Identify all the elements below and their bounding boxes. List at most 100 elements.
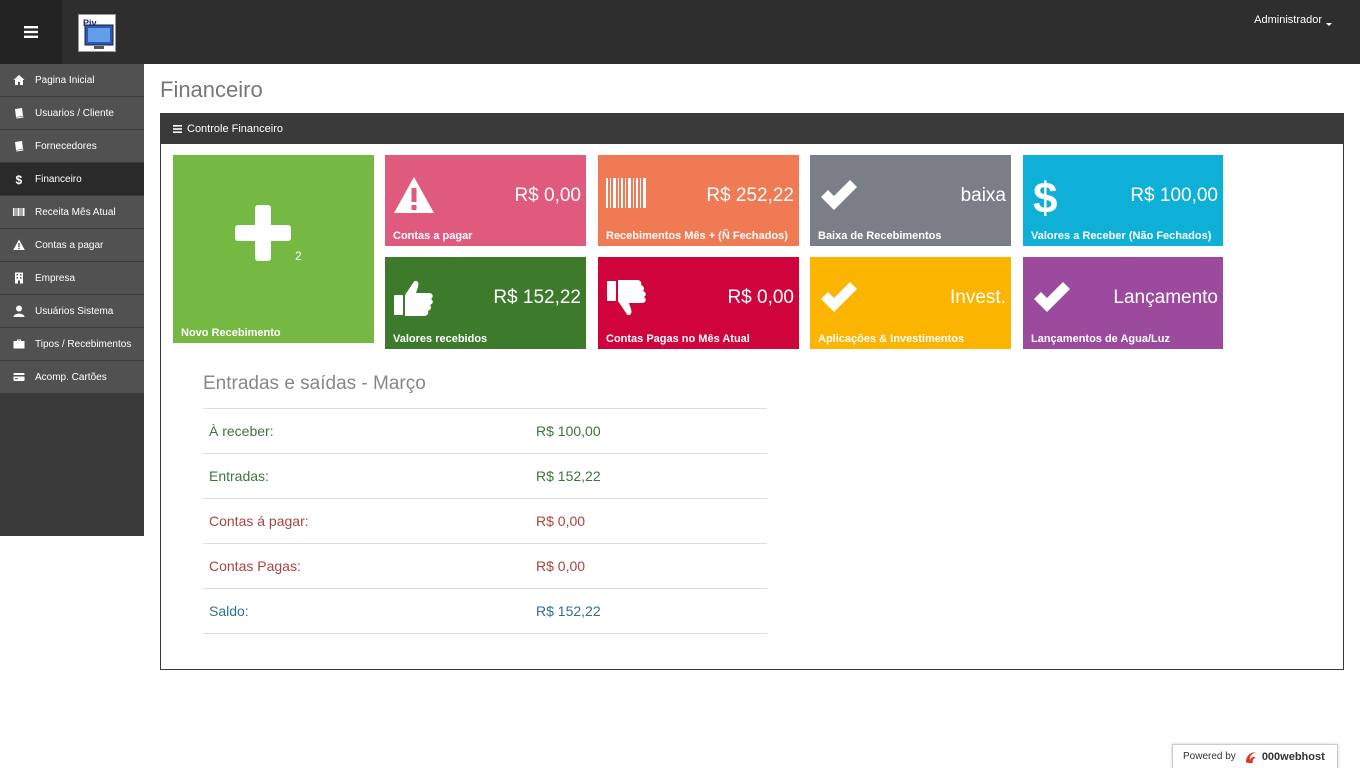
briefcase-icon bbox=[12, 337, 26, 351]
credit-card-icon bbox=[12, 370, 26, 384]
tile-label: Contas Pagas no Mês Atual bbox=[606, 333, 750, 345]
user-menu-label: Administrador bbox=[1254, 14, 1322, 26]
warning-icon bbox=[12, 238, 26, 252]
check-icon bbox=[818, 277, 860, 319]
hamburger-icon bbox=[24, 26, 38, 38]
panel-header: Controle Financeiro bbox=[161, 114, 1343, 144]
table-row: Entradas: R$ 152,22 bbox=[203, 454, 767, 499]
sidebar-item-label: Receita Mês Atual bbox=[35, 206, 116, 218]
tile-contas-a-pagar[interactable]: R$ 0,00 Contas a pagar bbox=[385, 155, 586, 246]
summary-title: Entradas e saídas - Março bbox=[203, 373, 426, 394]
sidebar-item-label: Tipos / Recebimentos bbox=[35, 338, 132, 350]
table-row: Contas Pagas: R$ 0,00 bbox=[203, 544, 767, 589]
summary-label: À receber: bbox=[209, 423, 274, 439]
caret-down-icon bbox=[1326, 23, 1332, 26]
sidebar-item-label: Pagina Inicial bbox=[35, 74, 95, 86]
sidebar-item-label: Usuarios / Cliente bbox=[35, 107, 114, 119]
summary-value: R$ 100,00 bbox=[536, 423, 601, 439]
warning-icon bbox=[393, 175, 435, 217]
tile-value: baixa bbox=[960, 185, 1006, 206]
sidebar-item-receita-mes-atual[interactable]: Receita Mês Atual bbox=[0, 196, 144, 229]
tile-label: Valores a Receber (Não Fechados) bbox=[1031, 230, 1212, 242]
tile-value: Lançamento bbox=[1113, 287, 1218, 308]
summary-label: Entradas: bbox=[209, 468, 269, 484]
summary-table: À receber: R$ 100,00 Entradas: R$ 152,22… bbox=[203, 408, 767, 634]
tile-label: Lançamentos de Agua/Luz bbox=[1031, 333, 1170, 345]
menu-toggle-button[interactable] bbox=[0, 0, 62, 64]
tile-label: Contas a pagar bbox=[393, 230, 473, 242]
app-logo[interactable]: Piv bbox=[78, 14, 116, 52]
sidebar-item-label: Usuários Sistema bbox=[35, 305, 114, 317]
list-icon bbox=[173, 125, 182, 133]
tile-label: Baixa de Recebimentos bbox=[818, 230, 942, 242]
book-icon bbox=[12, 139, 26, 153]
sidebar-item-label: Financeiro bbox=[35, 173, 82, 185]
sidebar: Pagina Inicial Usuarios / Cliente Fornec… bbox=[0, 64, 144, 536]
summary-value: R$ 152,22 bbox=[536, 603, 601, 619]
tile-label: Novo Recebimento bbox=[181, 327, 281, 339]
svg-text:$: $ bbox=[1033, 175, 1057, 217]
book-icon bbox=[12, 106, 26, 120]
top-bar: Piv Administrador bbox=[0, 0, 1360, 64]
powered-by-text: Powered by bbox=[1183, 751, 1236, 762]
tile-contas-pagas[interactable]: R$ 0,00 Contas Pagas no Mês Atual bbox=[598, 257, 799, 349]
building-icon bbox=[12, 271, 26, 285]
sidebar-item-tipos-recebimentos[interactable]: Tipos / Recebimentos bbox=[0, 328, 144, 361]
check-icon bbox=[1031, 277, 1073, 319]
table-row: À receber: R$ 100,00 bbox=[203, 409, 767, 454]
table-row: Saldo: R$ 152,22 bbox=[203, 589, 767, 634]
summary-label: Contas á pagar: bbox=[209, 513, 309, 529]
tile-label: Recebimentos Mês + (Ñ Fechados) bbox=[606, 230, 788, 242]
logo-text: Piv bbox=[83, 18, 97, 28]
sidebar-item-usuarios-sistema[interactable]: Usuários Sistema bbox=[0, 295, 144, 328]
svg-text:$: $ bbox=[16, 173, 23, 185]
tile-valores-recebidos[interactable]: R$ 152,22 Valores recebidos bbox=[385, 257, 586, 349]
summary-value: R$ 0,00 bbox=[536, 558, 586, 574]
summary-label: Contas Pagas: bbox=[209, 558, 301, 574]
webhost-logo-icon bbox=[1245, 751, 1256, 763]
sidebar-item-label: Contas a pagar bbox=[35, 239, 104, 251]
tile-valores-a-receber[interactable]: $ R$ 100,00 Valores a Receber (Não Fecha… bbox=[1023, 155, 1223, 246]
tile-value: R$ 0,00 bbox=[727, 287, 794, 308]
sidebar-item-label: Acomp. Cartões bbox=[35, 371, 107, 383]
barcode-icon bbox=[12, 205, 26, 219]
table-row: Contas á pagar: R$ 0,00 bbox=[203, 499, 767, 544]
tile-value: R$ 0,00 bbox=[514, 185, 581, 206]
thumbs-down-icon bbox=[606, 277, 648, 319]
summary-value: R$ 0,00 bbox=[536, 513, 586, 529]
tile-recebimentos-mes[interactable]: R$ 252,22 Recebimentos Mês + (Ñ Fechados… bbox=[598, 155, 799, 246]
tile-label: Aplicações & Investimentos bbox=[818, 333, 965, 345]
summary-label: Saldo: bbox=[209, 603, 249, 619]
tile-lancamentos[interactable]: Lançamento Lançamentos de Agua/Luz bbox=[1023, 257, 1223, 349]
tile-value: R$ 152,22 bbox=[493, 287, 581, 308]
sidebar-item-financeiro[interactable]: $ Financeiro bbox=[0, 163, 144, 196]
sidebar-item-contas-a-pagar[interactable]: Contas a pagar bbox=[0, 229, 144, 262]
tile-value: Invest. bbox=[950, 287, 1006, 308]
tile-baixa-recebimentos[interactable]: baixa Baixa de Recebimentos bbox=[810, 155, 1011, 246]
tile-aplicacoes-investimentos[interactable]: Invest. Aplicações & Investimentos bbox=[810, 257, 1011, 349]
sidebar-item-usuarios-cliente[interactable]: Usuarios / Cliente bbox=[0, 97, 144, 130]
dollar-icon: $ bbox=[12, 172, 26, 186]
page-title: Financeiro bbox=[160, 77, 263, 102]
sidebar-item-label: Fornecedores bbox=[35, 140, 97, 152]
tile-label: Valores recebidos bbox=[393, 333, 488, 345]
dollar-icon: $ bbox=[1031, 174, 1073, 223]
barcode-icon bbox=[606, 175, 648, 217]
sidebar-item-empresa[interactable]: Empresa bbox=[0, 262, 144, 295]
tile-value: R$ 252,22 bbox=[706, 185, 794, 206]
user-menu[interactable]: Administrador bbox=[1254, 14, 1332, 26]
sidebar-item-label: Empresa bbox=[35, 272, 76, 284]
sidebar-item-fornecedores[interactable]: Fornecedores bbox=[0, 130, 144, 163]
thumbs-up-icon bbox=[393, 277, 435, 319]
tile-novo-recebimento[interactable]: 2 Novo Recebimento bbox=[173, 155, 374, 343]
sidebar-item-acomp-cartoes[interactable]: Acomp. Cartões bbox=[0, 361, 144, 394]
user-icon bbox=[12, 304, 26, 318]
sidebar-item-pagina-inicial[interactable]: Pagina Inicial bbox=[0, 64, 144, 97]
tile-value: R$ 100,00 bbox=[1130, 185, 1218, 206]
novo-recebimento-count: 2 bbox=[295, 249, 302, 263]
home-icon bbox=[12, 73, 26, 87]
check-icon bbox=[818, 175, 860, 217]
powered-by-badge[interactable]: Powered by 000webhost bbox=[1172, 744, 1338, 768]
summary-value: R$ 152,22 bbox=[536, 468, 601, 484]
panel-title: Controle Financeiro bbox=[187, 123, 283, 135]
